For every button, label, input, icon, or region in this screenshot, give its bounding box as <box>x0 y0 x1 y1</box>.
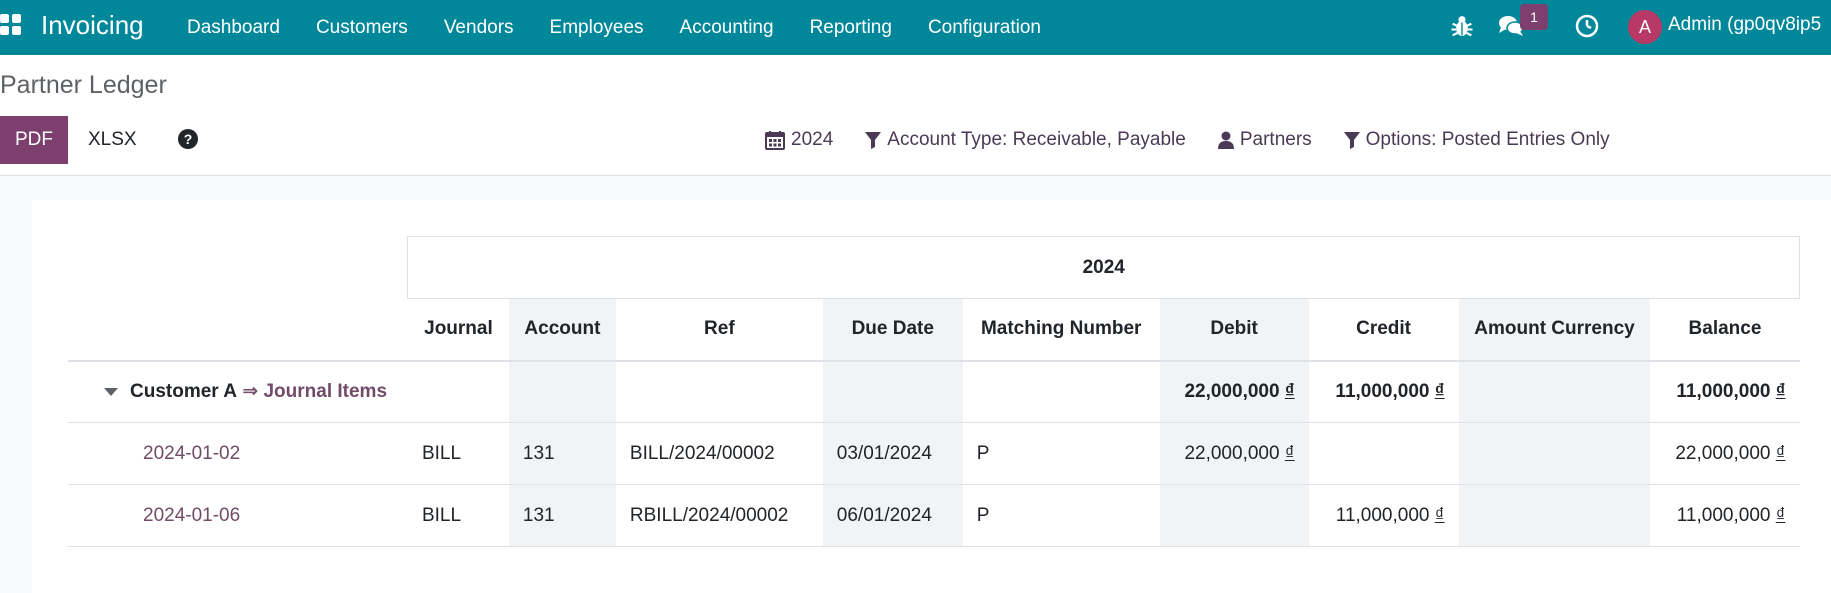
control-panel: Partner Ledger PDF XLSX ? 2024 Account T… <box>0 55 1831 176</box>
table-row[interactable]: 2024-01-02 BILL 131 BILL/2024/00002 03/0… <box>68 422 1800 485</box>
table-cell <box>407 360 509 423</box>
line-credit: 11,000,000 ₫ <box>1308 484 1459 547</box>
group-amount-currency <box>1458 360 1651 423</box>
period-header-row: 2024 <box>68 236 1800 299</box>
group-balance: 11,000,000 ₫ <box>1650 360 1800 423</box>
filter-account-type[interactable]: Account Type: Receivable, Payable <box>865 129 1186 151</box>
col-account: Account <box>508 298 616 362</box>
line-credit <box>1308 422 1459 485</box>
partner-name: Customer A <box>130 381 237 403</box>
line-balance: 22,000,000 ₫ <box>1650 422 1800 485</box>
empty-header-cell <box>68 298 408 362</box>
filter-period-label: 2024 <box>791 129 834 150</box>
filter-partners[interactable]: Partners <box>1217 129 1312 151</box>
menu-customers[interactable]: Customers <box>298 0 426 55</box>
page-title: Partner Ledger <box>0 71 167 99</box>
empty-header-cell <box>68 237 408 299</box>
menu-accounting[interactable]: Accounting <box>662 0 792 55</box>
table-cell <box>962 360 1160 423</box>
filter-options-label: Options: Posted Entries Only <box>1365 129 1610 150</box>
partner-name-cell[interactable]: Customer A ⇒ Journal Items <box>68 360 408 423</box>
funnel-icon <box>865 132 882 149</box>
period-header: 2024 <box>407 236 1800 299</box>
line-date[interactable]: 2024-01-02 <box>68 422 408 485</box>
table-cell <box>508 360 616 423</box>
table-cell <box>822 360 963 423</box>
col-ref: Ref <box>615 298 823 362</box>
col-due-date: Due Date <box>822 298 963 362</box>
col-matching-number: Matching Number <box>962 298 1160 362</box>
menu-dashboard[interactable]: Dashboard <box>169 0 298 55</box>
col-debit: Debit <box>1159 298 1309 362</box>
column-header-row: Journal Account Ref Due Date Matching Nu… <box>68 298 1800 362</box>
line-ref: BILL/2024/00002 <box>615 422 823 485</box>
top-navbar: Invoicing Dashboard Customers Vendors Em… <box>0 0 1831 55</box>
help-icon[interactable]: ? <box>178 129 198 149</box>
bug-icon[interactable] <box>1448 12 1476 40</box>
clock-icon[interactable] <box>1573 12 1601 40</box>
line-amount-currency <box>1458 484 1651 547</box>
pdf-button[interactable]: PDF <box>0 116 68 164</box>
line-debit: 22,000,000 ₫ <box>1159 422 1309 485</box>
report-filters: 2024 Account Type: Receivable, Payable P… <box>765 116 1642 164</box>
app-title[interactable]: Invoicing <box>41 10 144 41</box>
calendar-icon <box>765 131 785 150</box>
menu-reporting[interactable]: Reporting <box>792 0 910 55</box>
line-account: 131 <box>508 484 616 547</box>
menu-vendors[interactable]: Vendors <box>426 0 532 55</box>
line-date[interactable]: 2024-01-06 <box>68 484 408 547</box>
col-credit: Credit <box>1308 298 1459 362</box>
col-journal: Journal <box>407 298 509 362</box>
arrow-symbol: ⇒ <box>242 381 259 403</box>
apps-grid-icon[interactable] <box>0 14 24 36</box>
line-balance: 11,000,000 ₫ <box>1650 484 1800 547</box>
user-avatar[interactable]: A <box>1628 10 1662 44</box>
menu-employees[interactable]: Employees <box>532 0 662 55</box>
main-menu: Dashboard Customers Vendors Employees Ac… <box>169 0 1059 55</box>
line-journal: BILL <box>407 484 509 547</box>
col-amount-currency: Amount Currency <box>1458 298 1651 362</box>
funnel-icon <box>1343 132 1360 149</box>
group-debit: 22,000,000 ₫ <box>1159 360 1309 423</box>
line-matching: P <box>962 484 1160 547</box>
col-balance: Balance <box>1650 298 1800 362</box>
group-credit: 11,000,000 ₫ <box>1308 360 1459 423</box>
table-row[interactable]: 2024-01-06 BILL 131 RBILL/2024/00002 06/… <box>68 484 1800 547</box>
filter-account-type-label: Account Type: Receivable, Payable <box>887 129 1186 150</box>
user-name[interactable]: Admin (gp0qv8ip5 <box>1668 14 1831 36</box>
line-amount-currency <box>1458 422 1651 485</box>
filter-period[interactable]: 2024 <box>765 129 833 151</box>
line-debit <box>1159 484 1309 547</box>
partner-ledger-table: 2024 Journal Account Ref Due Date Matchi… <box>68 236 1800 547</box>
table-cell <box>615 360 823 423</box>
menu-configuration[interactable]: Configuration <box>910 0 1059 55</box>
filter-partners-label: Partners <box>1239 129 1312 150</box>
user-icon <box>1217 131 1234 149</box>
line-matching: P <box>962 422 1160 485</box>
line-ref: RBILL/2024/00002 <box>615 484 823 547</box>
filter-options[interactable]: Options: Posted Entries Only <box>1343 129 1610 151</box>
line-due-date: 03/01/2024 <box>822 422 963 485</box>
message-count-badge: 1 <box>1520 4 1548 30</box>
xlsx-button[interactable]: XLSX <box>88 116 137 164</box>
caret-down-icon[interactable] <box>104 388 118 397</box>
line-due-date: 06/01/2024 <box>822 484 963 547</box>
partner-group-row[interactable]: Customer A ⇒ Journal Items 22,000,000 ₫ … <box>68 360 1800 423</box>
line-account: 131 <box>508 422 616 485</box>
line-journal: BILL <box>407 422 509 485</box>
journal-items-link[interactable]: Journal Items <box>263 381 387 402</box>
